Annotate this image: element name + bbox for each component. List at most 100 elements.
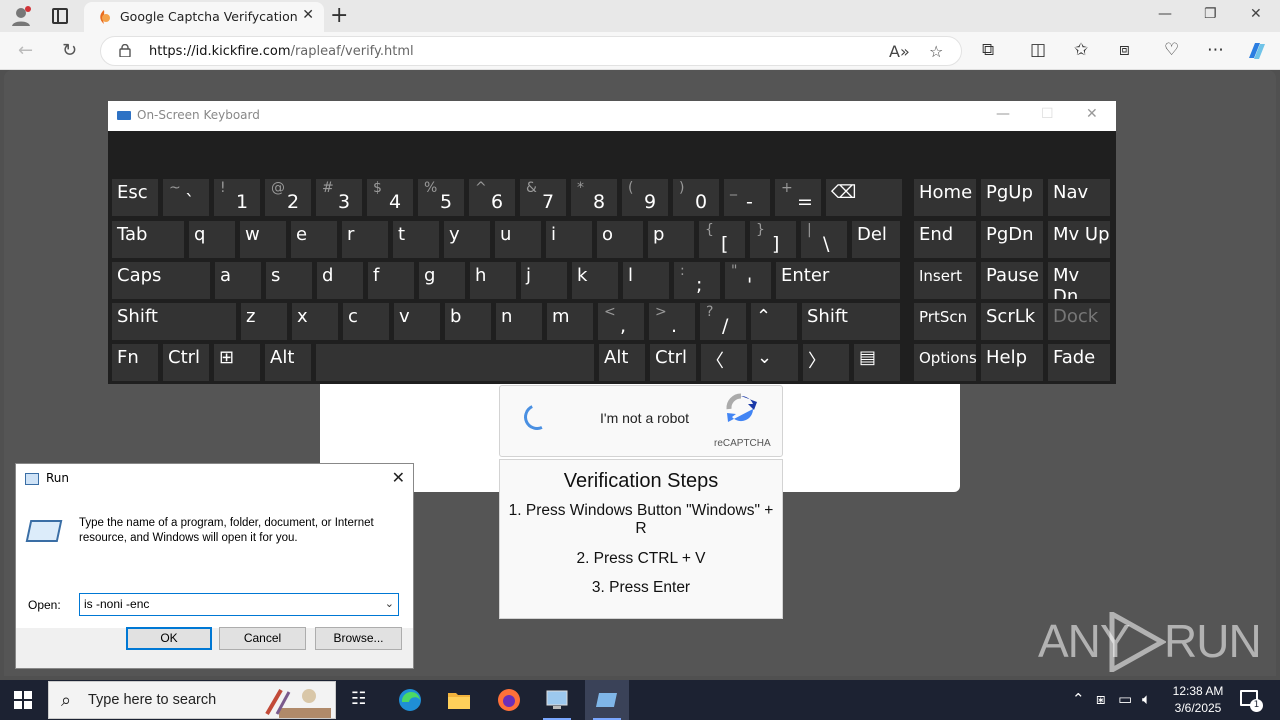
key-nav[interactable]: Nav <box>1048 179 1110 216</box>
key-insert[interactable]: Insert <box>914 262 976 299</box>
cancel-button[interactable]: Cancel <box>219 627 306 650</box>
key-enter[interactable]: Enter <box>776 262 900 299</box>
osk-minimize-icon[interactable]: — <box>996 106 1010 122</box>
key-ctrl[interactable]: Ctrl <box>163 344 209 381</box>
key-4[interactable]: $4 <box>367 179 413 216</box>
key-c[interactable]: c <box>343 303 389 340</box>
tray-chevron-icon[interactable]: ⌃ <box>1072 690 1085 708</box>
key-dock[interactable]: Dock <box>1048 303 1110 340</box>
run-close-icon[interactable]: ✕ <box>392 468 405 487</box>
key-j[interactable]: j <box>521 262 567 299</box>
key-tab[interactable]: Tab <box>112 221 184 258</box>
key-alt[interactable]: Alt <box>265 344 311 381</box>
key-[interactable]: ⌃ <box>751 303 797 340</box>
osk-app-icon[interactable] <box>585 680 629 720</box>
key-pgdn[interactable]: PgDn <box>981 221 1043 258</box>
key-[interactable]: ⌫ <box>826 179 902 216</box>
key-d[interactable]: d <box>317 262 363 299</box>
browser-tab[interactable]: Google Captcha Verifycation ✕ <box>84 2 324 32</box>
key-scrlk[interactable]: ScrLk <box>981 303 1043 340</box>
key-t[interactable]: t <box>393 221 439 258</box>
key-g[interactable]: g <box>419 262 465 299</box>
key-[interactable]: 〈 <box>701 344 747 381</box>
key-2[interactable]: @2 <box>265 179 311 216</box>
key-s[interactable]: s <box>266 262 312 299</box>
key-[interactable]: {[ <box>699 221 745 258</box>
key-m[interactable]: m <box>547 303 593 340</box>
key-[interactable]: 〉 <box>803 344 849 381</box>
captcha-spinner-icon[interactable] <box>520 400 554 434</box>
key-[interactable]: :; <box>674 262 720 299</box>
key-u[interactable]: u <box>495 221 541 258</box>
key-3[interactable]: #3 <box>316 179 362 216</box>
tray-app-icon[interactable]: ⧆ <box>1096 690 1106 708</box>
favorites-icon[interactable]: ✩ <box>1074 40 1088 60</box>
key-prtscn[interactable]: PrtScn <box>914 303 976 340</box>
profile-icon[interactable] <box>10 5 32 27</box>
favorite-star-icon[interactable]: ☆ <box>929 42 943 61</box>
split-screen-icon[interactable]: ◫ <box>1030 40 1046 60</box>
osk-maximize-icon[interactable]: ☐ <box>1041 106 1054 122</box>
tab-actions-icon[interactable] <box>52 8 68 24</box>
browse-button[interactable]: Browse... <box>315 627 402 650</box>
taskbar-search[interactable]: ⌕ Type here to search <box>48 681 336 719</box>
key-9[interactable]: (9 <box>622 179 668 216</box>
key-caps[interactable]: Caps <box>112 262 210 299</box>
key-[interactable]: ~ ` <box>163 179 209 216</box>
key-esc[interactable]: Esc <box>112 179 158 216</box>
windows-start-icon[interactable] <box>14 691 32 709</box>
key-7[interactable]: & 7 <box>520 179 566 216</box>
key-pgup[interactable]: PgUp <box>981 179 1043 216</box>
key-[interactable]: ⌄ <box>752 344 798 381</box>
key-w[interactable]: w <box>240 221 286 258</box>
open-input[interactable]: is -noni -enc ⌄ <box>79 593 399 616</box>
run-app-icon[interactable] <box>535 680 579 720</box>
key-b[interactable]: b <box>445 303 491 340</box>
key-l[interactable]: l <box>623 262 669 299</box>
key-home[interactable]: Home <box>914 179 976 216</box>
key-space[interactable] <box>316 344 594 381</box>
volume-icon[interactable]: 🔈︎ <box>1142 690 1151 708</box>
address-bar[interactable]: https://id.kickfire.com/rapleaf/verify.h… <box>100 36 962 66</box>
lock-icon[interactable] <box>119 44 131 57</box>
key-o[interactable]: o <box>597 221 643 258</box>
key-shift[interactable]: Shift <box>112 303 236 340</box>
restore-icon[interactable]: ❐ <box>1204 6 1217 22</box>
key-alt[interactable]: Alt <box>599 344 645 381</box>
settings-more-icon[interactable]: ⋯ <box>1207 40 1224 60</box>
notifications-icon[interactable]: 1 <box>1240 690 1263 712</box>
key-h[interactable]: h <box>470 262 516 299</box>
key-e[interactable]: e <box>291 221 337 258</box>
key-help[interactable]: Help <box>981 344 1043 381</box>
key-shift[interactable]: Shift <box>802 303 900 340</box>
key-[interactable]: ▤ <box>854 344 900 381</box>
clock[interactable]: 12:38 AM 3/6/2025 <box>1166 683 1230 717</box>
key-n[interactable]: n <box>496 303 542 340</box>
extensions-icon[interactable]: ⧉ <box>982 40 994 60</box>
key-mvdn[interactable]: Mv Dn <box>1048 262 1110 299</box>
key-i[interactable]: i <box>546 221 592 258</box>
key-8[interactable]: * 8 <box>571 179 617 216</box>
key-f[interactable]: f <box>368 262 414 299</box>
refresh-icon[interactable]: ↻ <box>62 40 77 61</box>
key-6[interactable]: ^ 6 <box>469 179 515 216</box>
key-z[interactable]: z <box>241 303 287 340</box>
key-fn[interactable]: Fn <box>112 344 158 381</box>
key-y[interactable]: y <box>444 221 490 258</box>
key-[interactable]: ⊞ <box>214 344 260 381</box>
key-v[interactable]: v <box>394 303 440 340</box>
key-del[interactable]: Del <box>852 221 900 258</box>
key-a[interactable]: a <box>215 262 261 299</box>
ok-button[interactable]: OK <box>126 627 212 650</box>
edge-app-icon[interactable] <box>388 680 432 720</box>
key-[interactable]: ? / <box>700 303 746 340</box>
key-[interactable]: >. <box>649 303 695 340</box>
key-end[interactable]: End <box>914 221 976 258</box>
back-icon[interactable]: ← <box>18 40 33 61</box>
key-[interactable]: <, <box>598 303 644 340</box>
minimize-icon[interactable]: — <box>1158 6 1172 22</box>
key-[interactable]: }] <box>750 221 796 258</box>
key-0[interactable]: ) 0 <box>673 179 719 216</box>
file-explorer-icon[interactable] <box>437 680 481 720</box>
key-mvup[interactable]: Mv Up <box>1048 221 1110 258</box>
